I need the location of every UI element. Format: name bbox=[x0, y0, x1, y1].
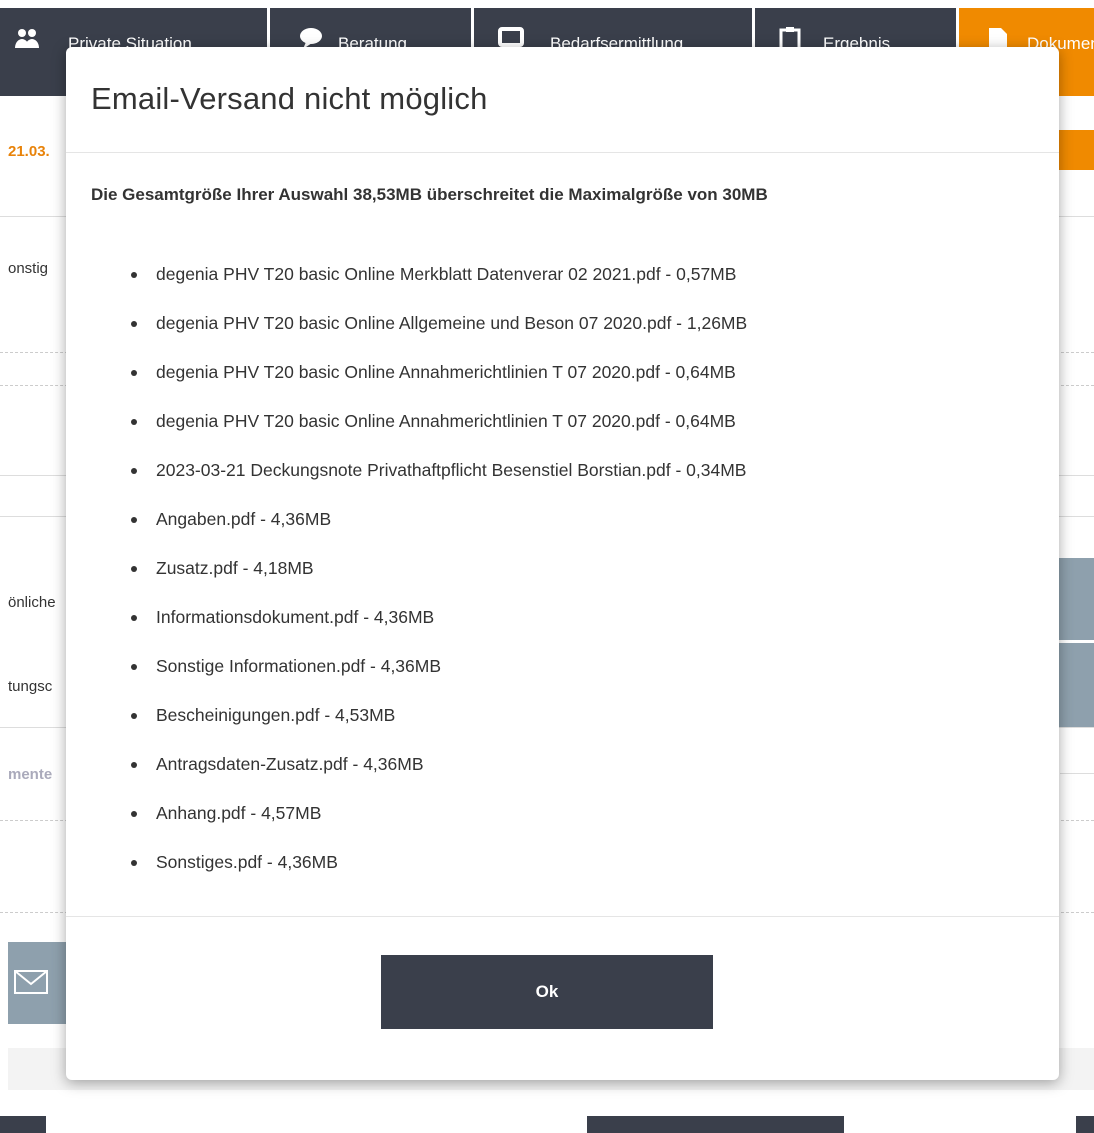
list-item: Anhang.pdf - 4,57MB bbox=[130, 802, 747, 851]
attachment-list: degenia PHV T20 basic Online Merkblatt D… bbox=[130, 263, 747, 900]
list-item: degenia PHV T20 basic Online Annahmerich… bbox=[130, 361, 747, 410]
list-item: Zusatz.pdf - 4,18MB bbox=[130, 557, 747, 606]
list-item: Sonstige Informationen.pdf - 4,36MB bbox=[130, 655, 747, 704]
dialog-body: Die Gesamtgröße Ihrer Auswahl 38,53MB üb… bbox=[66, 153, 1059, 917]
list-item: Informationsdokument.pdf - 4,36MB bbox=[130, 606, 747, 655]
list-item: Angaben.pdf - 4,36MB bbox=[130, 508, 747, 557]
dialog-header: Email-Versand nicht möglich bbox=[66, 47, 1059, 153]
email-error-dialog: Email-Versand nicht möglich Die Gesamtgr… bbox=[66, 47, 1059, 1080]
list-item: degenia PHV T20 basic Online Allgemeine … bbox=[130, 312, 747, 361]
list-item: Sonstiges.pdf - 4,36MB bbox=[130, 851, 747, 900]
ok-button[interactable]: Ok bbox=[381, 955, 713, 1029]
list-item: degenia PHV T20 basic Online Annahmerich… bbox=[130, 410, 747, 459]
list-item: Antragsdaten-Zusatz.pdf - 4,36MB bbox=[130, 753, 747, 802]
dialog-title: Email-Versand nicht möglich bbox=[91, 81, 488, 116]
size-limit-message: Die Gesamtgröße Ihrer Auswahl 38,53MB üb… bbox=[91, 185, 768, 204]
list-item: 2023-03-21 Deckungsnote Privathaftpflich… bbox=[130, 459, 747, 508]
list-item: degenia PHV T20 basic Online Merkblatt D… bbox=[130, 263, 747, 312]
list-item: Bescheinigungen.pdf - 4,53MB bbox=[130, 704, 747, 753]
